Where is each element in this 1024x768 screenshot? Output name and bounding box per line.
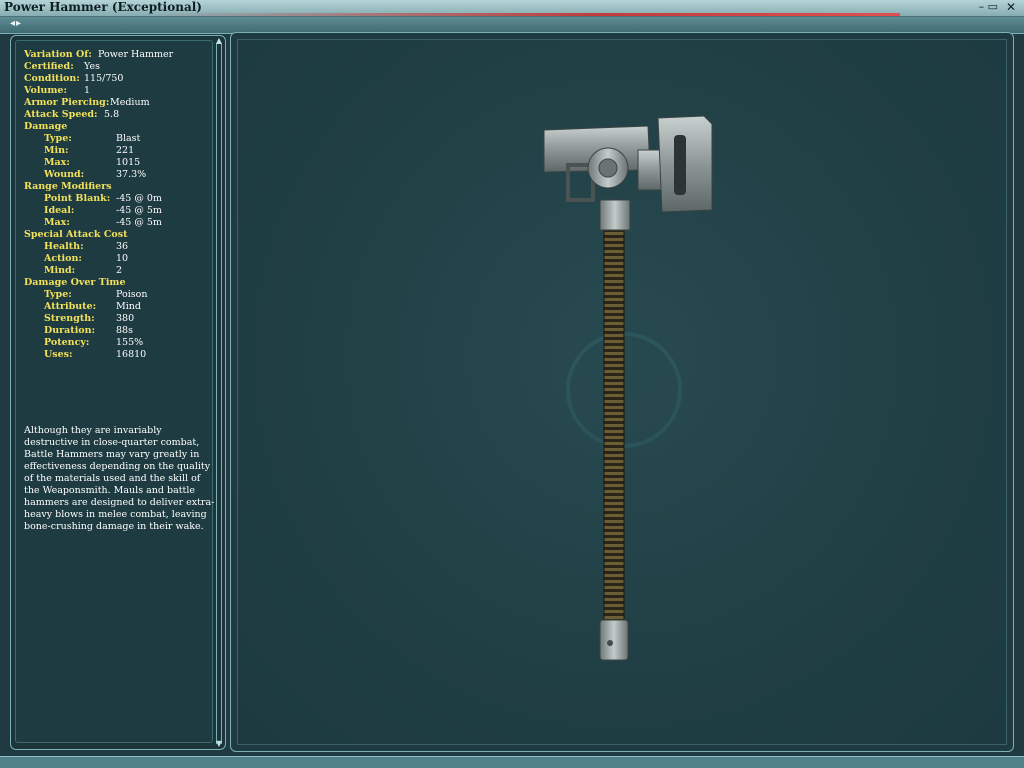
hammer-collar (599, 199, 631, 231)
attr-dot-uses: Uses: 16810 (24, 349, 220, 361)
power-hammer-model (543, 115, 713, 661)
attr-value: -45 @ 0m (116, 193, 162, 204)
nav-arrows-icon[interactable]: ◂▸ (10, 18, 22, 29)
attr-damage-wound: Wound: 37.3% (24, 169, 220, 181)
attr-label: Wound: (44, 169, 85, 180)
attr-value: 221 (116, 145, 135, 156)
attr-cost-health: Health: 36 (24, 241, 220, 253)
item-viewer-panel (230, 32, 1014, 752)
attr-range-point-blank: Point Blank: -45 @ 0m (24, 193, 220, 205)
attr-label: Ideal: (44, 205, 75, 216)
attr-label: Mind: (44, 265, 76, 276)
attr-variation-of: Variation Of: Power Hammer (24, 49, 220, 61)
attr-label: Action: (44, 253, 82, 264)
attr-value: 37.3% (116, 169, 147, 180)
attr-value: 10 (116, 253, 129, 264)
attr-cost-mind: Mind: 2 (24, 265, 220, 277)
item-description: Although they are invariably destructive… (24, 425, 215, 532)
section-damage: Damage (24, 121, 220, 133)
attr-certified: Certified: Yes (24, 61, 220, 73)
attributes-content: Variation Of: Power Hammer Certified: Ye… (15, 40, 215, 743)
attr-label: Condition: (24, 73, 80, 84)
attr-label: Duration: (44, 325, 96, 336)
attr-value: Medium (110, 97, 150, 108)
attr-value: 5.8 (104, 109, 120, 120)
attr-label: Armor Piercing: (24, 97, 110, 108)
attr-label: Health: (44, 241, 84, 252)
attribute-list: Variation Of: Power Hammer Certified: Ye… (24, 49, 220, 361)
attr-value: 88s (116, 325, 133, 336)
attr-dot-strength: Strength: 380 (24, 313, 220, 325)
attr-label: Type: (44, 133, 72, 144)
attr-range-max: Max: -45 @ 5m (24, 217, 220, 229)
item-3d-viewer[interactable] (237, 39, 1007, 745)
attr-condition: Condition: 115/750 (24, 73, 220, 85)
attr-dot-type: Type: Poison (24, 289, 220, 301)
title-accent-line (150, 13, 900, 16)
hammer-pommel (599, 619, 629, 661)
attr-value: 115/750 (84, 73, 124, 84)
window-controls[interactable]: – ▭ (979, 0, 998, 14)
attr-armor-piercing: Armor Piercing: Medium (24, 97, 220, 109)
attr-dot-duration: Duration: 88s (24, 325, 220, 337)
scrollbar-track[interactable] (216, 44, 222, 744)
attr-label: Certified: (24, 61, 74, 72)
section-header: Damage (24, 121, 68, 132)
attr-label: Potency: (44, 337, 90, 348)
attr-label: Strength: (44, 313, 95, 324)
attr-value: 1015 (116, 157, 141, 168)
attr-value: 155% (116, 337, 144, 348)
attr-dot-potency: Potency: 155% (24, 337, 220, 349)
attr-volume: Volume: 1 (24, 85, 220, 97)
item-examine-window: Power Hammer (Exceptional) – ▭ ✕ ◂▸ Vari… (0, 0, 1024, 768)
attr-value: 1 (84, 85, 91, 96)
scroll-down-icon[interactable]: ▼ (214, 739, 224, 749)
attr-label: Max: (44, 217, 70, 228)
attr-value: Blast (116, 133, 141, 144)
attr-value: Power Hammer (98, 49, 174, 60)
attr-label: Type: (44, 289, 72, 300)
attr-range-ideal: Ideal: -45 @ 5m (24, 205, 220, 217)
section-special-attack-cost: Special Attack Cost (24, 229, 220, 241)
attr-dot-attribute: Attribute: Mind (24, 301, 220, 313)
attr-value: Mind (116, 301, 141, 312)
attr-damage-min: Min: 221 (24, 145, 220, 157)
attr-damage-type: Type: Blast (24, 133, 220, 145)
title-bar[interactable]: Power Hammer (Exceptional) – ▭ ✕ (0, 0, 1024, 17)
scroll-up-icon[interactable]: ▲ (214, 36, 224, 46)
attr-attack-speed: Attack Speed: 5.8 (24, 109, 220, 121)
attr-damage-max: Max: 1015 (24, 157, 220, 169)
section-range-modifiers: Range Modifiers (24, 181, 220, 193)
attr-value: Poison (116, 289, 148, 300)
attr-value: -45 @ 5m (116, 205, 162, 216)
attr-label: Volume: (24, 85, 67, 96)
attr-value: Yes (84, 61, 100, 72)
attr-label: Min: (44, 145, 69, 156)
attr-label: Max: (44, 157, 70, 168)
attr-value: 380 (116, 313, 135, 324)
section-header: Damage Over Time (24, 277, 126, 288)
section-header: Special Attack Cost (24, 229, 128, 240)
attributes-panel: Variation Of: Power Hammer Certified: Ye… (10, 35, 226, 750)
section-damage-over-time: Damage Over Time (24, 277, 220, 289)
attr-label: Point Blank: (44, 193, 111, 204)
attr-label: Attack Speed: (24, 109, 98, 120)
attr-value: -45 @ 5m (116, 217, 162, 228)
section-header: Range Modifiers (24, 181, 112, 192)
bottom-border (0, 756, 1024, 768)
close-icon[interactable]: ✕ (1002, 0, 1020, 14)
attr-value: 16810 (116, 349, 147, 360)
hammer-handle (603, 224, 625, 626)
attr-value: 36 (116, 241, 129, 252)
attr-cost-action: Action: 10 (24, 253, 220, 265)
attr-label: Variation Of: (24, 49, 92, 60)
attr-value: 2 (116, 265, 123, 276)
attr-label: Uses: (44, 349, 73, 360)
attr-label: Attribute: (44, 301, 97, 312)
